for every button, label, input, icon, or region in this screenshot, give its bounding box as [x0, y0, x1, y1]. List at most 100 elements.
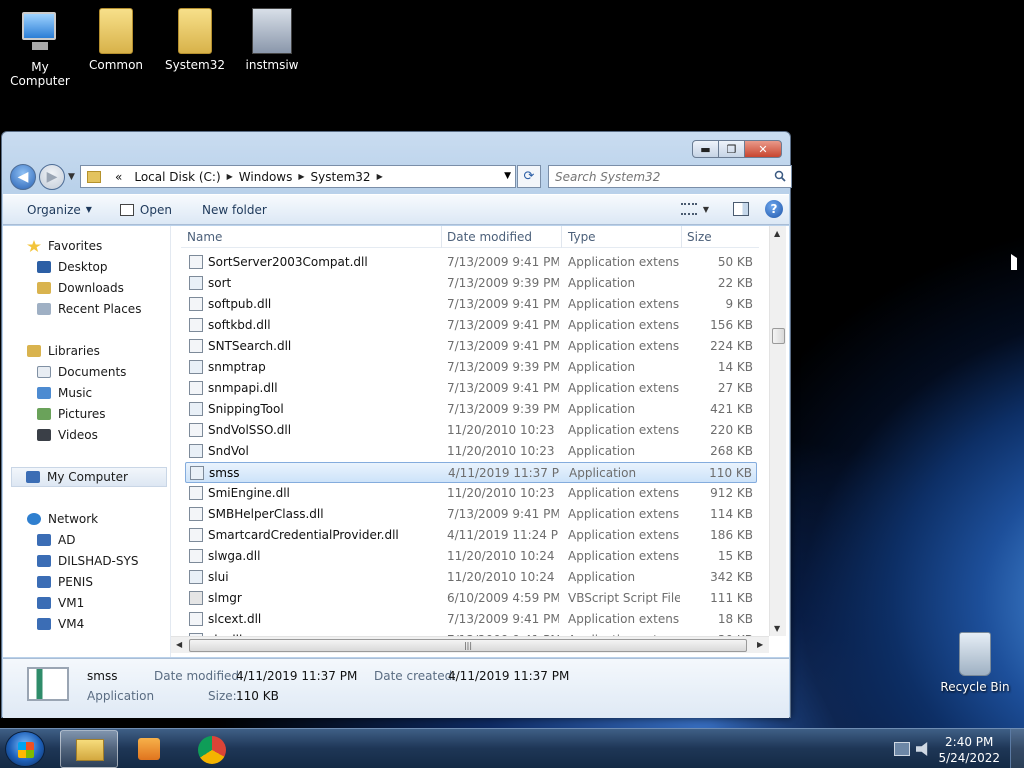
nav-item-favorites[interactable]: Favorites — [27, 236, 190, 256]
breadcrumb-overflow[interactable]: « — [109, 170, 128, 184]
column-header-type[interactable]: Type — [568, 230, 596, 244]
nav-item-pictures[interactable]: Pictures — [37, 404, 200, 424]
refresh-button[interactable]: ⟳ — [517, 165, 541, 188]
scrollbar-thumb[interactable]: ||| — [189, 639, 747, 652]
file-date-modified: 11/20/2010 10:23 ... — [447, 423, 559, 437]
start-button[interactable] — [5, 731, 45, 767]
show-desktop-button[interactable] — [1010, 729, 1024, 768]
preview-pane-icon[interactable] — [733, 202, 749, 216]
scroll-left-arrow[interactable]: ◀ — [176, 640, 182, 649]
close-button[interactable]: ✕ — [744, 140, 782, 158]
file-row[interactable]: SndVolSSO.dll 11/20/2010 10:23 ... Applica… — [185, 420, 757, 441]
nav-item-network-dilshad-sys[interactable]: DILSHAD-SYS — [37, 551, 200, 571]
file-row[interactable]: SndVol 11/20/2010 10:23 ... Application 268… — [185, 441, 757, 462]
nav-item-downloads[interactable]: Downloads — [37, 278, 200, 298]
file-row[interactable]: SortServer2003Compat.dll 7/13/2009 9:41 P… — [185, 252, 757, 273]
column-header-size[interactable]: Size — [687, 230, 712, 244]
chevron-right-icon[interactable]: ▶ — [377, 172, 383, 181]
file-row[interactable]: sort 7/13/2009 9:39 PM Application 22 KB — [185, 273, 757, 294]
chrome-icon — [198, 736, 226, 764]
file-row[interactable]: slui 11/20/2010 10:24 ... Application 342 K… — [185, 567, 757, 588]
chevron-down-icon[interactable]: ▼ — [703, 205, 709, 214]
desktop-icon-recycle-bin[interactable]: Recycle Bin — [935, 632, 1015, 694]
file-row[interactable]: snmptrap 7/13/2009 9:39 PM Application 14 K… — [185, 357, 757, 378]
forward-button[interactable]: ▶ — [39, 164, 65, 190]
file-row[interactable]: snmpapi.dll 7/13/2009 9:41 PM Application … — [185, 378, 757, 399]
desktop-icon-common[interactable]: Common — [76, 8, 156, 72]
file-row[interactable]: slwga.dll 11/20/2010 10:24 ... Application… — [185, 546, 757, 567]
nav-item-recent-places[interactable]: Recent Places — [37, 299, 200, 319]
clock[interactable]: 2:40 PM 5/24/2022 — [938, 734, 1000, 766]
file-date-modified: 11/20/2010 10:24 ... — [447, 549, 559, 563]
taskbar-chrome-button[interactable] — [182, 730, 240, 768]
dll-icon — [189, 423, 203, 437]
desktop-icon-my-computer[interactable]: My Computer — [0, 8, 80, 88]
file-row[interactable]: softpub.dll 7/13/2009 9:41 PM Application … — [185, 294, 757, 315]
horizontal-scrollbar[interactable]: ◀ ||| ▶ — [171, 636, 769, 653]
file-row[interactable]: SmiEngine.dll 11/20/2010 10:23 ... Applica… — [185, 483, 757, 504]
taskbar-media-player-button[interactable] — [120, 730, 178, 768]
file-type: Application — [568, 360, 636, 374]
breadcrumb-local-disk[interactable]: Local Disk (C:) — [128, 170, 226, 184]
file-name: slmgr — [208, 591, 242, 605]
search-icon[interactable] — [774, 170, 786, 182]
views-icon[interactable] — [680, 203, 697, 215]
network-tray-icon[interactable] — [894, 742, 910, 756]
recent-pages-dropdown[interactable]: ▼ — [68, 172, 75, 182]
address-dropdown[interactable]: ▼ — [504, 171, 511, 181]
address-bar[interactable]: « Local Disk (C:) ▶ Windows ▶ System32 ▶… — [80, 165, 516, 188]
minimize-button[interactable]: ▬ — [692, 140, 719, 158]
nav-item-music[interactable]: Music — [37, 383, 200, 403]
desktop-icon-instmsiw[interactable]: instmsiw — [232, 8, 312, 72]
new-folder-button[interactable]: New folder — [194, 203, 275, 217]
scroll-right-arrow[interactable]: ▶ — [757, 640, 763, 649]
breadcrumb-windows[interactable]: Windows — [233, 170, 299, 184]
file-row[interactable]: SmartcardCredentialProvider.dll 4/11/2019… — [185, 525, 757, 546]
volume-icon[interactable] — [916, 742, 928, 756]
vertical-scrollbar[interactable]: ▲ ▼ — [769, 226, 786, 636]
breadcrumb-system32[interactable]: System32 — [305, 170, 377, 184]
nav-item-network-ad[interactable]: AD — [37, 530, 200, 550]
nav-item-network[interactable]: Network — [27, 509, 190, 529]
scroll-up-arrow[interactable]: ▲ — [774, 229, 780, 238]
column-header-date-modified[interactable]: Date modified — [447, 230, 532, 244]
nav-item-videos[interactable]: Videos — [37, 425, 200, 445]
file-size: 342 KB — [710, 570, 753, 584]
file-name: softkbd.dll — [208, 318, 271, 332]
file-row[interactable]: SnippingTool 7/13/2009 9:39 PM Application… — [185, 399, 757, 420]
nav-item-network-vm4[interactable]: VM4 — [37, 614, 200, 634]
taskbar-explorer-button[interactable] — [60, 730, 118, 768]
folder-icon — [178, 8, 212, 54]
nav-item-my-computer[interactable]: My Computer — [11, 467, 167, 487]
command-bar: Organize ▼ Open New folder ▼ ? — [3, 194, 789, 225]
file-type: VBScript Script File — [568, 591, 680, 605]
application-icon — [189, 360, 203, 374]
nav-item-desktop[interactable]: Desktop — [37, 257, 200, 277]
open-button[interactable]: Open — [112, 203, 180, 217]
back-button[interactable]: ◀ — [10, 164, 36, 190]
desktop-icon-label: System32 — [164, 58, 226, 72]
maximize-button[interactable]: ❐ — [718, 140, 745, 158]
file-row[interactable]: slcext.dll 7/13/2009 9:41 PM Application e… — [185, 609, 757, 630]
column-header-name[interactable]: Name — [187, 230, 222, 244]
column-headers: Name Date modified Type Size — [181, 226, 759, 248]
file-row[interactable]: softkbd.dll 7/13/2009 9:41 PM Application … — [185, 315, 757, 336]
file-row[interactable]: SMBHelperClass.dll 7/13/2009 9:41 PM Appli… — [185, 504, 757, 525]
desktop-icon-system32[interactable]: System32 — [155, 8, 235, 72]
nav-item-libraries[interactable]: Libraries — [27, 341, 190, 361]
scrollbar-thumb[interactable] — [772, 328, 785, 344]
file-type: Application — [568, 570, 636, 584]
scroll-down-arrow[interactable]: ▼ — [774, 624, 780, 633]
search-input[interactable] — [549, 166, 759, 187]
navigation-bar: ◀ ▶ ▼ « Local Disk (C:) ▶ Windows ▶ Syst… — [10, 162, 792, 192]
file-size: 22 KB — [717, 276, 753, 290]
organize-button[interactable]: Organize ▼ — [19, 203, 100, 217]
help-icon[interactable]: ? — [765, 200, 783, 218]
nav-item-documents[interactable]: Documents — [37, 362, 200, 382]
nav-item-network-vm1[interactable]: VM1 — [37, 593, 200, 613]
file-date-modified: 7/13/2009 9:41 PM — [447, 381, 559, 395]
file-row[interactable]: smss 4/11/2019 11:37 PM Application 110 KB — [185, 462, 757, 483]
nav-item-network-penis[interactable]: PENIS — [37, 572, 200, 592]
file-row[interactable]: SNTSearch.dll 7/13/2009 9:41 PM Applicatio… — [185, 336, 757, 357]
file-row[interactable]: slmgr 6/10/2009 4:59 PM VBScript Script Fi… — [185, 588, 757, 609]
